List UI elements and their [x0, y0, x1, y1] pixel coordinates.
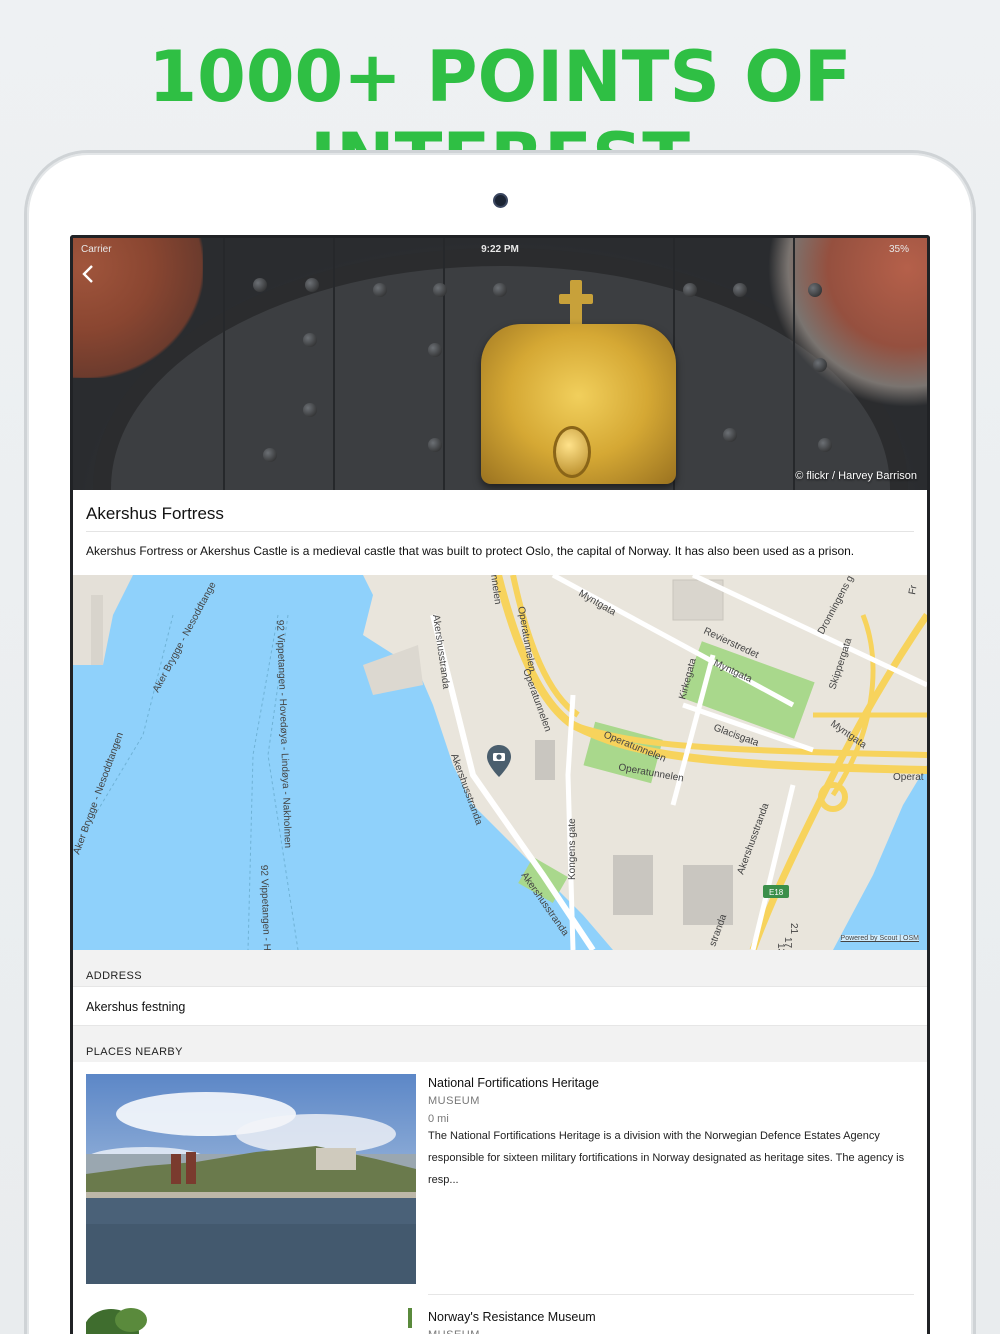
battery-level: 35%: [888, 244, 909, 255]
building: [613, 855, 653, 915]
poi-title: Akershus Fortress: [86, 504, 224, 523]
door-stud: [428, 343, 442, 357]
nearby-place-row[interactable]: National Fortifications Heritage MUSEUM …: [73, 1062, 927, 1292]
door-stud: [263, 448, 277, 462]
door-stud: [373, 283, 387, 297]
chevron-left-icon: [82, 265, 93, 283]
place-thumbnail: [86, 1074, 416, 1284]
place-category: MUSEUM: [428, 1329, 480, 1334]
map-label: Akershusstranda: [735, 801, 771, 876]
door-stud: [818, 438, 832, 452]
divider: [428, 1294, 914, 1295]
app-screen: Carrier 9:22 PM 35% © flickr / Harvey Ba…: [70, 235, 930, 1334]
door-stud: [303, 333, 317, 347]
door-stud: [733, 283, 747, 297]
map-label: Myntgata: [577, 588, 619, 618]
crown-cross: [559, 294, 593, 304]
map-attribution[interactable]: Powered by Scout | OSM: [840, 935, 919, 942]
building: [535, 740, 555, 780]
door-plank: [223, 238, 225, 490]
photo-credit: © flickr / Harvey Barrison: [795, 470, 917, 482]
door-stud: [433, 283, 447, 297]
door-stud: [808, 283, 822, 297]
door-plank: [443, 238, 445, 490]
door-stud: [253, 278, 267, 292]
door-stud: [493, 283, 507, 297]
door-stud: [428, 438, 442, 452]
place-thumbnail: [86, 1308, 416, 1334]
camera-icon: [487, 745, 511, 777]
poi-description: Akershus Fortress or Akershus Castle is …: [86, 544, 855, 558]
map-pin[interactable]: [487, 745, 511, 777]
divider: [86, 531, 914, 532]
door-stud: [305, 278, 319, 292]
door-stud: [723, 428, 737, 442]
map-label: Kongens gate: [567, 818, 578, 880]
map-label: Skippergata: [827, 636, 854, 691]
map-label: Akershusstranda: [430, 614, 451, 690]
door-plank: [333, 238, 335, 490]
address-section-header: ADDRESS: [73, 950, 927, 986]
back-button[interactable]: [81, 264, 103, 286]
map-label: E18: [769, 888, 784, 897]
location-map[interactable]: Myntgata Revierstredet Dronningens g Ski…: [73, 575, 927, 950]
nearby-place-row[interactable]: Norway's Resistance Museum MUSEUM: [73, 1296, 927, 1334]
place-name: National Fortifications Heritage: [428, 1076, 599, 1090]
map-label: 21: [788, 923, 799, 935]
map-label: Dronningens g: [816, 575, 856, 636]
door-stud: [813, 358, 827, 372]
hero-photo: Carrier 9:22 PM 35% © flickr / Harvey Ba…: [73, 238, 927, 490]
front-camera: [493, 193, 508, 208]
map-label: Operat: [893, 772, 924, 783]
status-bar: Carrier 9:22 PM 35%: [73, 238, 927, 260]
place-distance: 0 mi: [428, 1113, 449, 1125]
map-label: 13: [775, 943, 786, 950]
door-plank: [793, 238, 795, 490]
nearby-section-header: PLACES NEARBY: [73, 1026, 927, 1062]
brick-wall-right: [767, 238, 927, 408]
status-time: 9:22 PM: [481, 244, 519, 255]
door-stud: [683, 283, 697, 297]
place-description: The National Fortifications Heritage is …: [428, 1130, 905, 1186]
crown-jewel: [553, 426, 591, 478]
map-label: Fr: [907, 584, 920, 596]
crown-cross: [570, 280, 582, 328]
place-name: Norway's Resistance Museum: [428, 1310, 596, 1324]
address-value: Akershus festning: [73, 986, 927, 1026]
place-category: MUSEUM: [428, 1095, 480, 1107]
pier: [91, 595, 103, 665]
door-stud: [303, 403, 317, 417]
